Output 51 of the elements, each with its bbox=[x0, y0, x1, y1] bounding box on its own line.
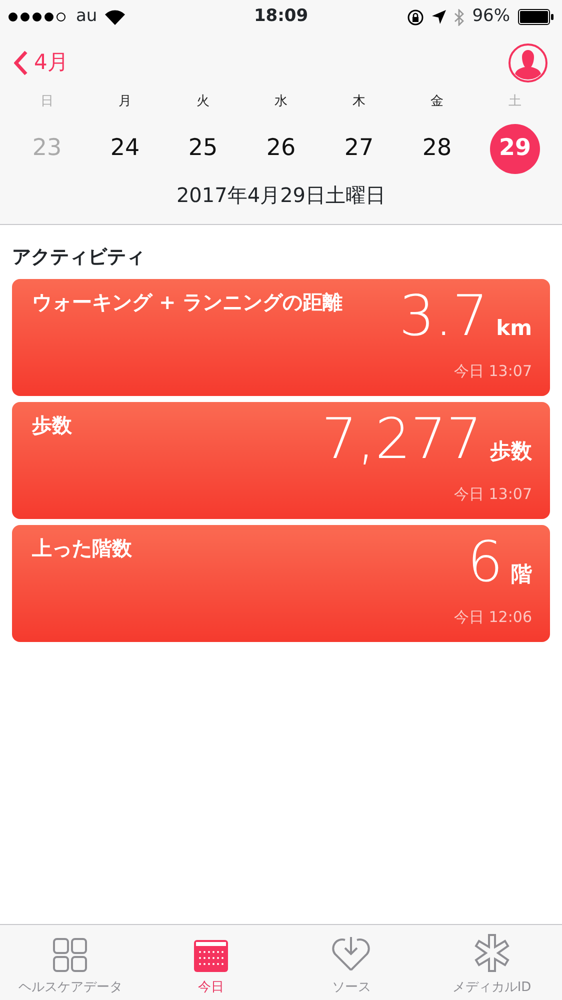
card-time: 今日 12:06 bbox=[454, 606, 532, 628]
wifi-icon bbox=[105, 10, 126, 24]
card-value: 7,277 bbox=[322, 412, 482, 468]
selected-date: 2017年4月29日土曜日 bbox=[175, 182, 387, 208]
weekday-label: 月 bbox=[118, 93, 132, 111]
heart-download-icon bbox=[331, 936, 372, 972]
activity-card[interactable]: ウォーキング + ランニングの距離 3.7 km 今日 13:07 bbox=[12, 279, 550, 396]
battery-percent: 96% bbox=[472, 5, 510, 28]
card-unit: 階 bbox=[511, 561, 532, 588]
calendar-icon bbox=[194, 940, 228, 972]
card-title: 上った階数 bbox=[32, 535, 132, 562]
tab-button[interactable]: 今日 bbox=[140, 925, 281, 1000]
grid-icon bbox=[53, 938, 88, 972]
activity-card[interactable]: 上った階数 6 階 今日 12:06 bbox=[12, 525, 550, 642]
clock-time: 18:09 bbox=[254, 5, 308, 28]
weekday-label: 金 bbox=[430, 93, 444, 111]
card-unit: 歩数 bbox=[490, 438, 532, 465]
activity-card[interactable]: 歩数 7,277 歩数 今日 13:07 bbox=[12, 402, 550, 519]
card-value: 3.7 bbox=[399, 289, 488, 345]
location-arrow-icon bbox=[432, 10, 446, 24]
rotation-lock-icon bbox=[407, 8, 424, 26]
profile-icon[interactable] bbox=[508, 43, 548, 83]
signal-icon bbox=[8, 12, 68, 22]
tab-button[interactable]: メディカルID bbox=[422, 925, 562, 1000]
card-time: 今日 13:07 bbox=[454, 484, 532, 504]
day-button[interactable]: 25 bbox=[178, 124, 228, 174]
weekday-label: 日 bbox=[40, 93, 54, 111]
asterisk-icon bbox=[474, 934, 510, 972]
bluetooth-icon bbox=[454, 8, 464, 26]
tab-button[interactable]: ヘルスケアデータ bbox=[0, 925, 140, 1000]
day-button[interactable]: 27 bbox=[334, 124, 384, 174]
battery-icon bbox=[518, 9, 554, 25]
back-button[interactable]: 4月 bbox=[14, 47, 68, 79]
weekday-label: 土 bbox=[508, 93, 522, 111]
section-title: アクティビティ bbox=[11, 244, 146, 270]
chevron-left-icon bbox=[14, 50, 28, 76]
card-title: ウォーキング + ランニングの距離 bbox=[32, 289, 343, 316]
weekday-label: 火 bbox=[196, 93, 210, 111]
card-title: 歩数 bbox=[32, 412, 72, 439]
card-time: 今日 13:07 bbox=[454, 360, 532, 382]
day-button[interactable]: 28 bbox=[412, 124, 462, 174]
weekday-label: 水 bbox=[274, 93, 288, 111]
tab-button[interactable]: ソース bbox=[281, 925, 422, 1000]
day-button[interactable]: 23 bbox=[22, 124, 72, 174]
day-button[interactable]: 26 bbox=[256, 124, 306, 174]
day-button[interactable]: 29 bbox=[490, 124, 540, 174]
card-value: 6 bbox=[467, 535, 503, 591]
weekday-label: 木 bbox=[352, 93, 366, 111]
day-button[interactable]: 24 bbox=[100, 124, 150, 174]
card-unit: km bbox=[496, 315, 532, 342]
carrier-name: au bbox=[76, 5, 98, 28]
